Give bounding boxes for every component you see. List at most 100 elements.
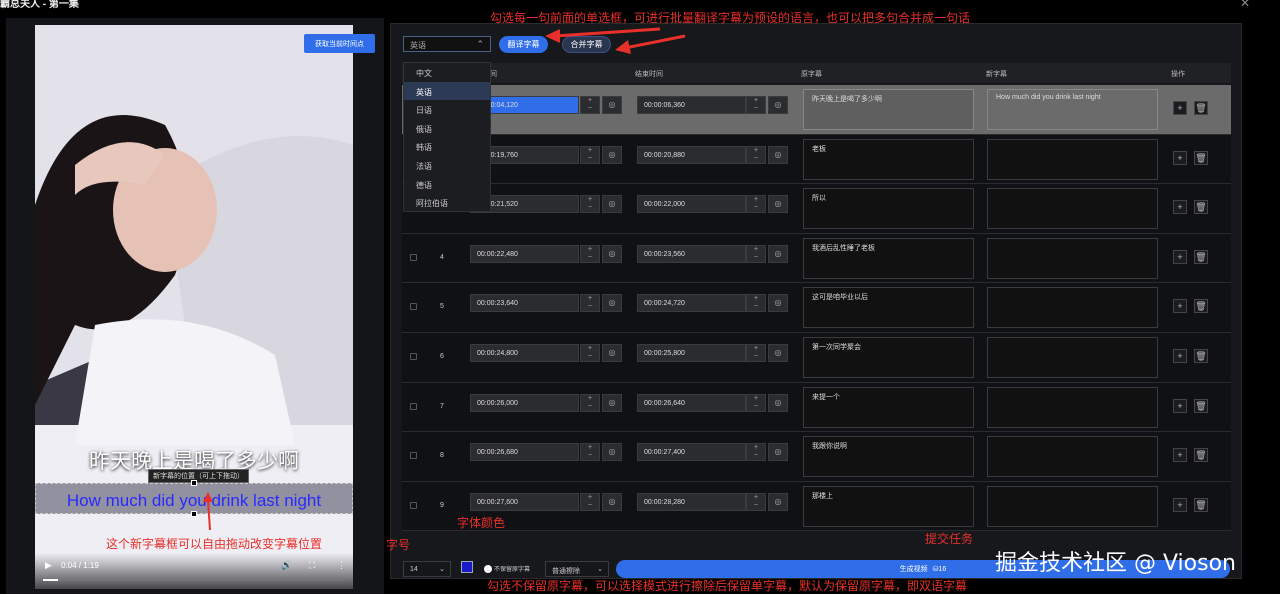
start-time-stepper[interactable]: +− (580, 443, 600, 461)
drag-handle-bottom[interactable] (191, 511, 197, 517)
end-time-input[interactable]: 00:00:24,720 (637, 294, 746, 312)
new-subtitle-field[interactable] (987, 387, 1158, 428)
language-option[interactable]: 日语 (404, 100, 490, 119)
new-subtitle-field[interactable] (987, 188, 1158, 229)
end-time-input[interactable]: 00:00:20,880 (637, 146, 746, 164)
language-option[interactable]: 阿拉伯语 (404, 193, 490, 212)
end-time-stepper[interactable]: +− (746, 294, 766, 312)
fullscreen-icon[interactable]: ⛶ (309, 560, 315, 571)
language-option[interactable]: 英语 (404, 82, 490, 101)
new-subtitle-field[interactable] (987, 486, 1158, 527)
start-time-stepper[interactable]: +− (580, 394, 600, 412)
more-icon[interactable]: ⋮ (337, 560, 346, 571)
volume-icon[interactable]: 🔊 (281, 560, 292, 571)
end-time-stepper[interactable]: +− (746, 96, 766, 114)
end-time-input[interactable]: 00:00:28,280 (637, 493, 746, 511)
new-subtitle-field[interactable] (987, 287, 1158, 328)
original-subtitle-field[interactable]: 老板 (803, 139, 974, 180)
add-row-icon[interactable]: + (1173, 250, 1187, 264)
row-checkbox[interactable] (410, 403, 417, 410)
font-size-select[interactable]: 14 ⌄ (403, 561, 451, 577)
delete-row-icon[interactable]: 🗑 (1194, 101, 1208, 115)
start-time-pick-icon[interactable]: ◎ (602, 195, 622, 213)
original-subtitle-field[interactable]: 第一次同学聚会 (803, 337, 974, 378)
end-time-pick-icon[interactable]: ◎ (768, 493, 788, 511)
start-time-pick-icon[interactable]: ◎ (602, 443, 622, 461)
end-time-stepper[interactable]: +− (746, 344, 766, 362)
add-row-icon[interactable]: + (1173, 101, 1187, 115)
delete-row-icon[interactable]: 🗑 (1194, 250, 1208, 264)
language-option[interactable]: 德语 (404, 175, 490, 194)
add-row-icon[interactable]: + (1173, 200, 1187, 214)
original-subtitle-field[interactable]: 昨天晚上是喝了多少啊 (803, 89, 974, 130)
delete-row-icon[interactable]: 🗑 (1194, 299, 1208, 313)
start-time-stepper[interactable]: +− (580, 146, 600, 164)
row-checkbox[interactable] (410, 452, 417, 459)
drag-handle-top[interactable] (191, 480, 197, 486)
start-time-pick-icon[interactable]: ◎ (602, 294, 622, 312)
start-time-input[interactable]: 00:00:27,600 (470, 493, 579, 511)
original-subtitle-field[interactable]: 那楼上 (803, 486, 974, 527)
end-time-pick-icon[interactable]: ◎ (768, 195, 788, 213)
add-row-icon[interactable]: + (1173, 349, 1187, 363)
delete-row-icon[interactable]: 🗑 (1194, 349, 1208, 363)
end-time-pick-icon[interactable]: ◎ (768, 245, 788, 263)
row-checkbox[interactable] (410, 502, 417, 509)
start-time-input[interactable]: 00:00:26,680 (470, 443, 579, 461)
end-time-pick-icon[interactable]: ◎ (768, 443, 788, 461)
language-option[interactable]: 俄语 (404, 119, 490, 138)
end-time-input[interactable]: 00:00:26,640 (637, 394, 746, 412)
start-time-stepper[interactable]: +− (580, 96, 600, 114)
original-subtitle-field[interactable]: 来提一个 (803, 387, 974, 428)
row-checkbox[interactable] (410, 254, 417, 261)
end-time-pick-icon[interactable]: ◎ (768, 146, 788, 164)
start-time-input[interactable]: 00:00:26,000 (470, 394, 579, 412)
erase-mode-select[interactable]: 普通擦除 ⌄ (545, 561, 609, 577)
delete-row-icon[interactable]: 🗑 (1194, 200, 1208, 214)
delete-row-icon[interactable]: 🗑 (1194, 448, 1208, 462)
keep-original-toggle[interactable]: 不保留原字幕 (484, 564, 530, 573)
font-color-picker[interactable] (461, 561, 473, 573)
add-row-icon[interactable]: + (1173, 151, 1187, 165)
new-subtitle-field[interactable] (987, 139, 1158, 180)
original-subtitle-field[interactable]: 所以 (803, 188, 974, 229)
original-subtitle-field[interactable]: 我酒后乱性睡了老板 (803, 238, 974, 279)
add-row-icon[interactable]: + (1173, 399, 1187, 413)
new-subtitle-field[interactable] (987, 337, 1158, 378)
get-current-time-button[interactable]: 获取当前时间点 (304, 34, 375, 53)
language-option[interactable]: 法语 (404, 156, 490, 175)
start-time-input[interactable]: 00:00:23,640 (470, 294, 579, 312)
close-icon[interactable]: ✕ (1240, 0, 1250, 10)
end-time-stepper[interactable]: +− (746, 394, 766, 412)
start-time-stepper[interactable]: +− (580, 245, 600, 263)
delete-row-icon[interactable]: 🗑 (1194, 151, 1208, 165)
play-icon[interactable]: ▶ (45, 560, 52, 571)
video-player[interactable]: 昨天晚上是喝了多少啊 新字幕的位置（可上下拖动） How much did yo… (35, 25, 353, 589)
end-time-input[interactable]: 00:00:27,400 (637, 443, 746, 461)
start-time-stepper[interactable]: +− (580, 344, 600, 362)
end-time-pick-icon[interactable]: ◎ (768, 294, 788, 312)
row-checkbox[interactable] (410, 303, 417, 310)
end-time-input[interactable]: 00:00:25,800 (637, 344, 746, 362)
start-time-input[interactable]: 00:00:22,480 (470, 245, 579, 263)
start-time-pick-icon[interactable]: ◎ (602, 344, 622, 362)
new-subtitle-field[interactable]: How much did you drink last night (987, 89, 1158, 130)
end-time-stepper[interactable]: +− (746, 195, 766, 213)
end-time-pick-icon[interactable]: ◎ (768, 96, 788, 114)
start-time-stepper[interactable]: +− (580, 294, 600, 312)
start-time-pick-icon[interactable]: ◎ (602, 245, 622, 263)
original-subtitle-field[interactable]: 这可是咱毕业以后 (803, 287, 974, 328)
end-time-input[interactable]: 00:00:23,560 (637, 245, 746, 263)
start-time-pick-icon[interactable]: ◎ (602, 493, 622, 511)
add-row-icon[interactable]: + (1173, 299, 1187, 313)
language-option[interactable]: 韩语 (404, 137, 490, 156)
new-subtitle-field[interactable] (987, 238, 1158, 279)
end-time-stepper[interactable]: +− (746, 493, 766, 511)
original-subtitle-field[interactable]: 我跟你说啊 (803, 436, 974, 477)
end-time-stepper[interactable]: +− (746, 245, 766, 263)
start-time-stepper[interactable]: +− (580, 195, 600, 213)
end-time-stepper[interactable]: +− (746, 146, 766, 164)
start-time-pick-icon[interactable]: ◎ (602, 146, 622, 164)
end-time-pick-icon[interactable]: ◎ (768, 344, 788, 362)
end-time-stepper[interactable]: +− (746, 443, 766, 461)
